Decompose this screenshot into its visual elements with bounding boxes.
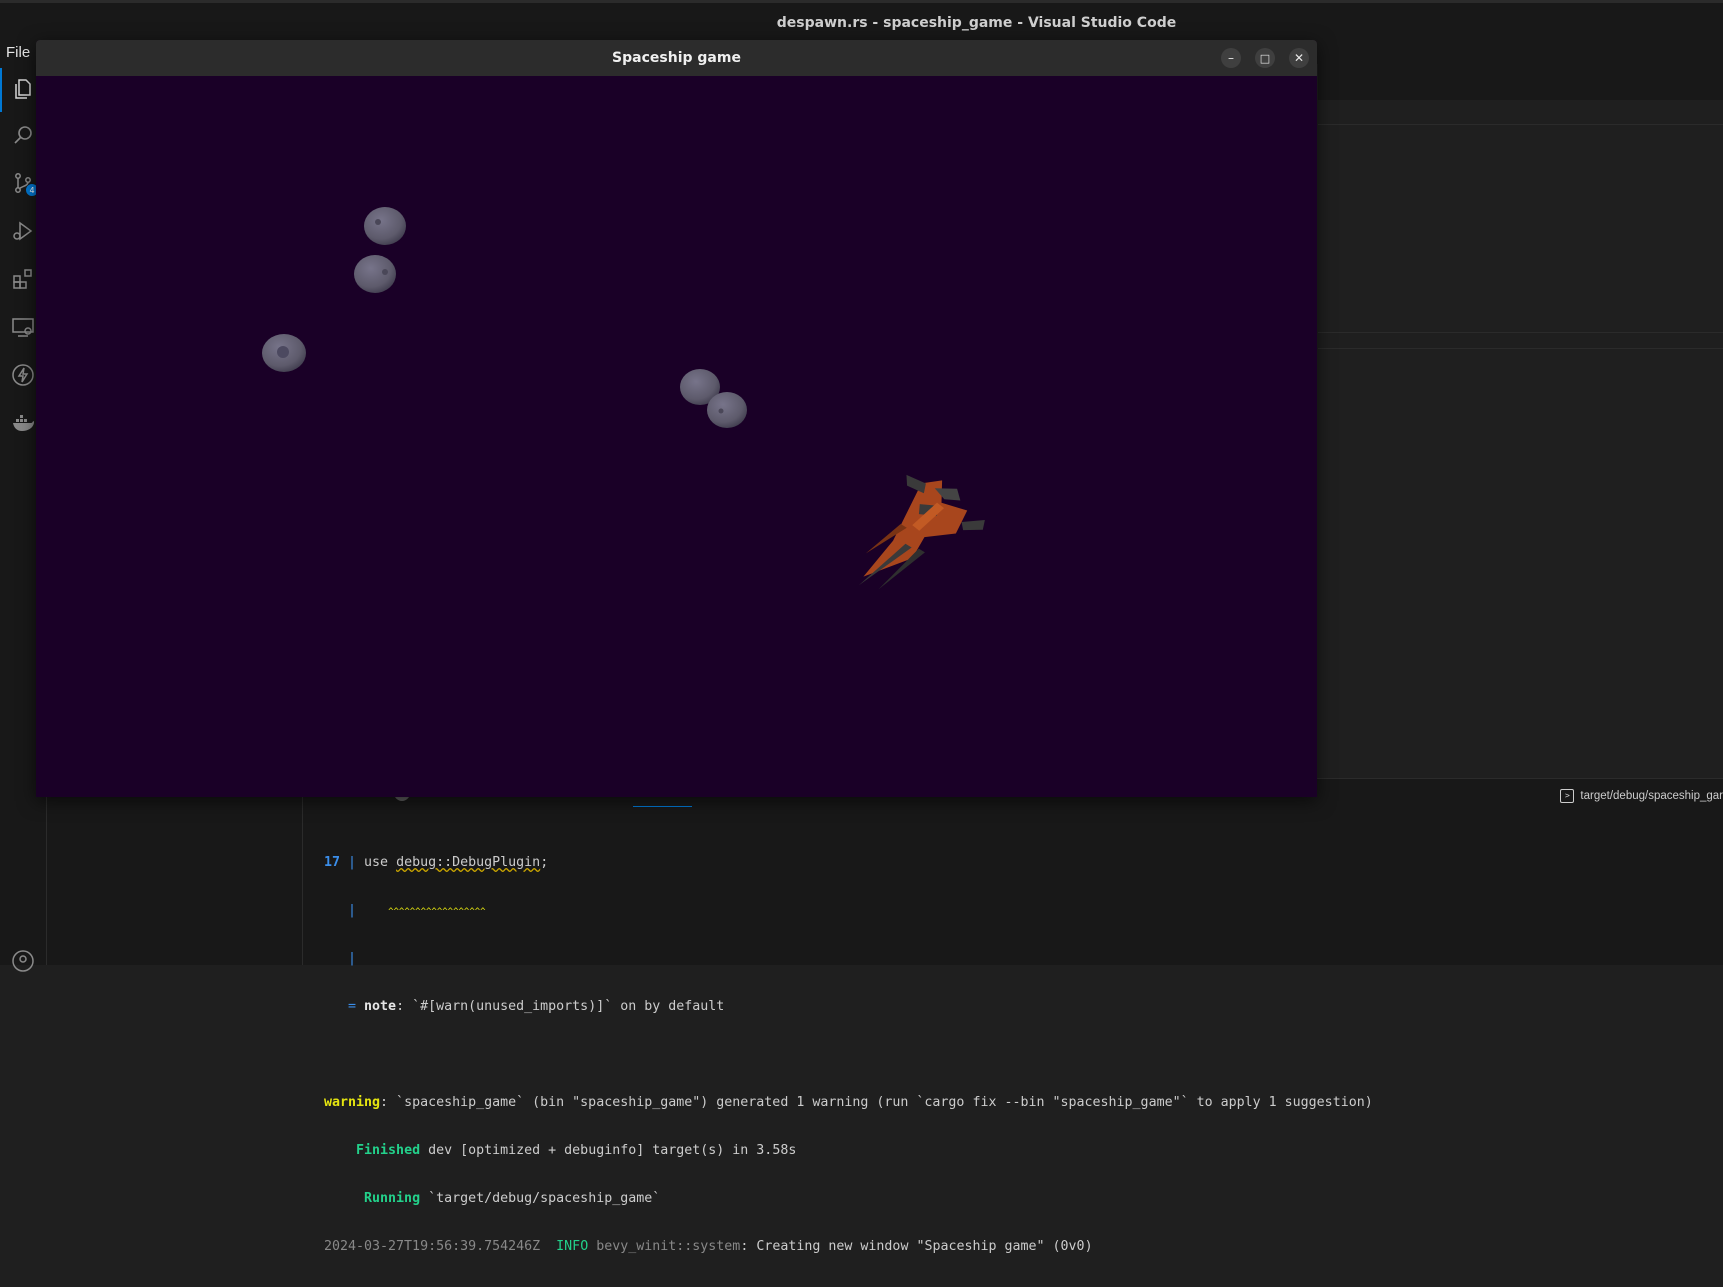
terminal-line: | ^^^^^^^^^^^^^^^^^^	[324, 903, 486, 918]
code-text-flagged: debug::DebugPlugin	[396, 855, 541, 870]
breadcrumb	[1318, 100, 1723, 125]
lightning-icon[interactable]	[10, 362, 36, 388]
log-message: Creating new window "Spaceship game" (0v…	[756, 1239, 1093, 1254]
log-timestamp: 2024-03-27T19:56:39.754246Z	[324, 1239, 541, 1254]
window-title: despawn.rs - spaceship_game - Visual Stu…	[776, 14, 1177, 31]
warning-text: : `spaceship_game` (bin "spaceship_game"…	[380, 1095, 1373, 1110]
note-prefix: =	[324, 999, 365, 1014]
code-text: use	[364, 855, 397, 870]
note-text: : `#[warn(unused_imports)]` on by defaul…	[396, 999, 725, 1014]
close-button[interactable]: ✕	[1289, 48, 1309, 68]
asteroid	[707, 392, 747, 428]
explorer-icon[interactable]	[10, 76, 36, 102]
finished-text: dev [optimized + debuginfo] target(s) in…	[420, 1143, 797, 1158]
game-window-titlebar[interactable]: Spaceship game – □ ✕	[36, 40, 1317, 76]
docker-icon[interactable]	[10, 410, 36, 436]
maximize-button[interactable]: □	[1255, 48, 1275, 68]
note-label: note	[364, 999, 397, 1014]
terminal-line: Running `target/debug/spaceship_game`	[324, 1191, 1714, 1207]
editor-tabs	[1318, 64, 1723, 100]
menu-file[interactable]: File	[6, 44, 30, 61]
warning-markers: ^^^^^^^^^^^^^^^^^^	[388, 907, 486, 917]
source-control-icon[interactable]: 4	[10, 170, 38, 196]
terminal-line: Finished dev [optimized + debuginfo] tar…	[324, 1143, 1714, 1159]
warning-label: warning	[324, 1095, 381, 1110]
code-text: ;	[540, 855, 549, 870]
spaceship	[858, 474, 985, 590]
running-text: `target/debug/spaceship_game`	[420, 1191, 661, 1206]
search-icon[interactable]	[10, 122, 36, 148]
finished-label: Finished	[356, 1143, 421, 1158]
terminal-instance[interactable]: > target/debug/spaceship_gar	[1560, 789, 1723, 803]
pad	[324, 1143, 356, 1158]
terminal-icon: >	[1560, 789, 1575, 803]
terminal-line: warning: `spaceship_game` (bin "spaceshi…	[324, 1095, 1714, 1111]
minimize-button[interactable]: –	[1221, 48, 1241, 68]
active-indicator	[0, 68, 2, 112]
account-icon[interactable]	[10, 948, 36, 974]
extensions-icon[interactable]	[10, 266, 36, 292]
game-canvas[interactable]	[36, 76, 1317, 797]
pad	[356, 903, 388, 918]
terminal-instance-label: target/debug/spaceship_gar	[1580, 790, 1723, 802]
log-module: bevy_winit::system	[596, 1239, 741, 1254]
pad	[324, 1191, 364, 1206]
divider	[1318, 332, 1723, 333]
terminal-line: 17 | use debug::DebugPlugin;	[324, 855, 1714, 871]
terminal-line: 2024-03-27T19:56:39.754246Z INFO bevy_wi…	[324, 1239, 1093, 1254]
asteroid	[364, 207, 406, 245]
game-scene	[262, 207, 985, 590]
divider	[1318, 348, 1723, 349]
sidebar	[47, 778, 303, 965]
editor-area	[1318, 64, 1723, 778]
running-label: Running	[364, 1191, 421, 1206]
line-number: 17	[324, 855, 341, 870]
terminal-output[interactable]: 17 | use debug::DebugPlugin; | ^^^^^^^^^…	[324, 823, 1714, 1287]
game-window[interactable]: Spaceship game – □ ✕	[36, 40, 1317, 797]
window-titlebar: despawn.rs - spaceship_game - Visual Stu…	[0, 0, 1723, 42]
game-window-title: Spaceship game	[612, 50, 741, 66]
run-debug-icon[interactable]	[10, 218, 36, 244]
bottom-panel: PROBLEMS1 OUTPUT DEBUG CONSOLE TERMINAL …	[303, 778, 1723, 1254]
terminal-line: = note: `#[warn(unused_imports)]` on by …	[324, 999, 1714, 1015]
log-level: INFO	[556, 1239, 589, 1254]
gutter-bar: |	[340, 855, 365, 870]
asteroid	[262, 334, 306, 372]
remote-explorer-icon[interactable]	[10, 314, 36, 340]
asteroid	[354, 255, 396, 293]
